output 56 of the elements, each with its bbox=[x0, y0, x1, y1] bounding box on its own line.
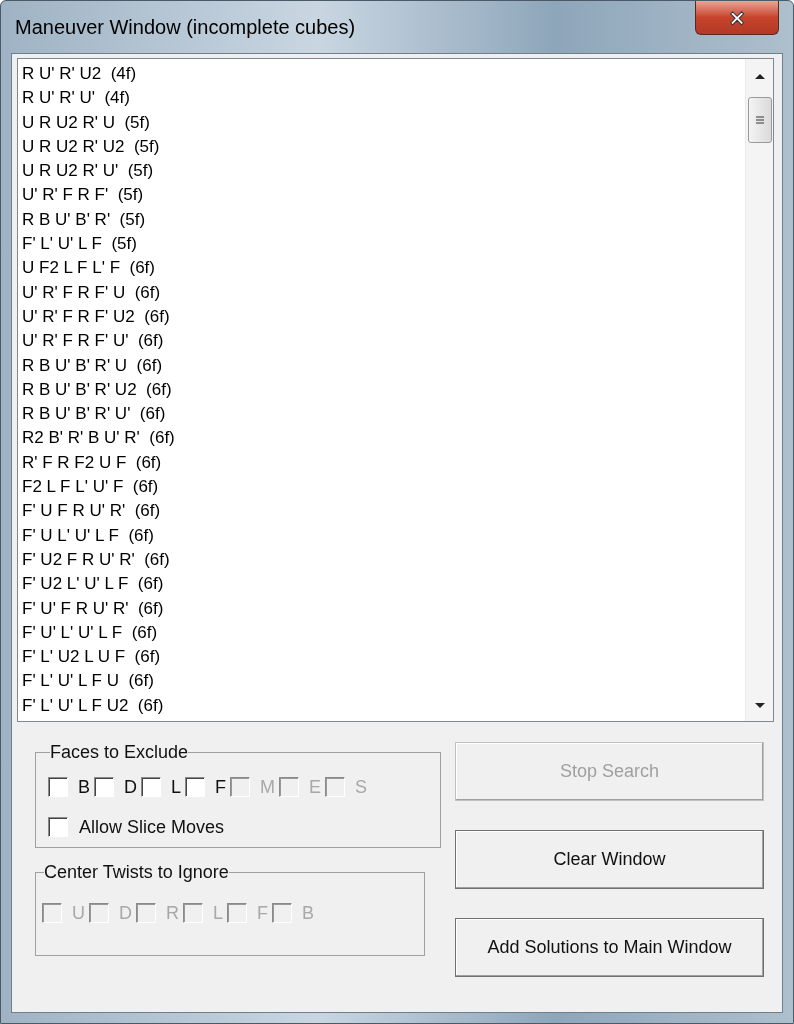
group-title: Center Twists to Ignore bbox=[44, 862, 229, 883]
list-item[interactable]: U' R' F R F' U (6f) bbox=[22, 280, 745, 305]
scroll-down-icon[interactable] bbox=[754, 703, 765, 709]
checkbox-label: L bbox=[213, 902, 223, 924]
checkbox[interactable] bbox=[48, 817, 68, 837]
checkbox-label: E bbox=[309, 776, 322, 798]
group-title: Faces to Exclude bbox=[50, 742, 189, 763]
scrollbar[interactable] bbox=[745, 59, 773, 721]
list-item[interactable]: F2 L F L' U' F (6f) bbox=[22, 475, 745, 500]
scrollbar-thumb[interactable] bbox=[747, 97, 772, 143]
checkbox-label: M bbox=[260, 776, 276, 798]
checkbox-label: S bbox=[355, 776, 368, 798]
checkbox-label: U bbox=[72, 902, 85, 924]
list-item[interactable]: F' L' U' L F (5f) bbox=[22, 232, 745, 257]
list-item[interactable]: R B U' B' R' U2 (6f) bbox=[22, 377, 745, 403]
scroll-up-icon[interactable] bbox=[754, 73, 765, 79]
list-item[interactable]: U' R' F R F' U2 (6f) bbox=[22, 304, 745, 330]
checkbox-label: L bbox=[171, 776, 182, 798]
list-item[interactable]: R U' R' U' (4f) bbox=[22, 86, 745, 111]
list-item[interactable]: U' R' F R F' (5f) bbox=[22, 183, 745, 208]
list-item[interactable]: R B U' B' R' (5f) bbox=[22, 207, 745, 233]
checkbox-label: D bbox=[124, 776, 137, 798]
checkbox-label: B bbox=[78, 776, 90, 798]
checkbox[interactable] bbox=[141, 777, 161, 797]
list-item[interactable]: F' U2 F R U' R' (6f) bbox=[22, 547, 745, 573]
checkbox[interactable] bbox=[185, 777, 206, 797]
checkbox-label: R bbox=[166, 902, 179, 924]
list-item[interactable]: R B U' B' R' U (6f) bbox=[22, 353, 745, 378]
checkbox-label: F bbox=[257, 902, 268, 924]
checkbox[interactable] bbox=[94, 777, 114, 797]
list-item[interactable]: U R U2 R' U2 (5f) bbox=[22, 134, 745, 160]
list-item[interactable]: R B U' B' R' U' (6f) bbox=[22, 402, 745, 427]
list-item[interactable]: U R U2 R' U' (5f) bbox=[22, 159, 745, 184]
window-title: Maneuver Window (incomplete cubes) bbox=[15, 16, 356, 39]
checkbox-label: Allow Slice Moves bbox=[79, 816, 225, 838]
list-item[interactable]: R' F R F2 U F (6f) bbox=[22, 450, 745, 476]
checkbox-label: F bbox=[215, 776, 227, 798]
checkbox[interactable] bbox=[48, 777, 68, 797]
list-item[interactable]: R2 B' R' B U' R' (6f) bbox=[22, 426, 745, 451]
close-button[interactable]: × bbox=[695, 1, 779, 35]
list-item[interactable]: F' U2 L' U' L F (6f) bbox=[22, 572, 745, 597]
list-item[interactable]: F' L' U' L F U2 (6f) bbox=[22, 693, 745, 718]
checkbox-label: D bbox=[119, 902, 132, 924]
action-button[interactable]: Clear Window bbox=[455, 830, 764, 889]
list-item[interactable]: F' L' U' L F U (6f) bbox=[22, 669, 745, 694]
list-item[interactable]: F' U' F R U' R' (6f) bbox=[22, 596, 745, 621]
list-item[interactable]: U R U2 R' U (5f) bbox=[22, 110, 745, 135]
checkbox-label: B bbox=[302, 902, 315, 924]
list-item[interactable]: U F2 L F L' F (6f) bbox=[22, 256, 745, 281]
list-item[interactable]: F' L' U2 L U F (6f) bbox=[22, 645, 745, 670]
list-item[interactable]: U' R' F R F' U' (6f) bbox=[22, 329, 745, 354]
action-button[interactable]: Add Solutions to Main Window bbox=[455, 918, 764, 977]
list-item[interactable]: F' U L' U' L F (6f) bbox=[22, 523, 745, 548]
list-item[interactable]: F' U F R U' R' (6f) bbox=[22, 499, 745, 524]
list-item[interactable]: F' U' L' U' L F (6f) bbox=[22, 620, 745, 646]
list-item[interactable]: R U' R' U2 (4f) bbox=[22, 62, 745, 87]
